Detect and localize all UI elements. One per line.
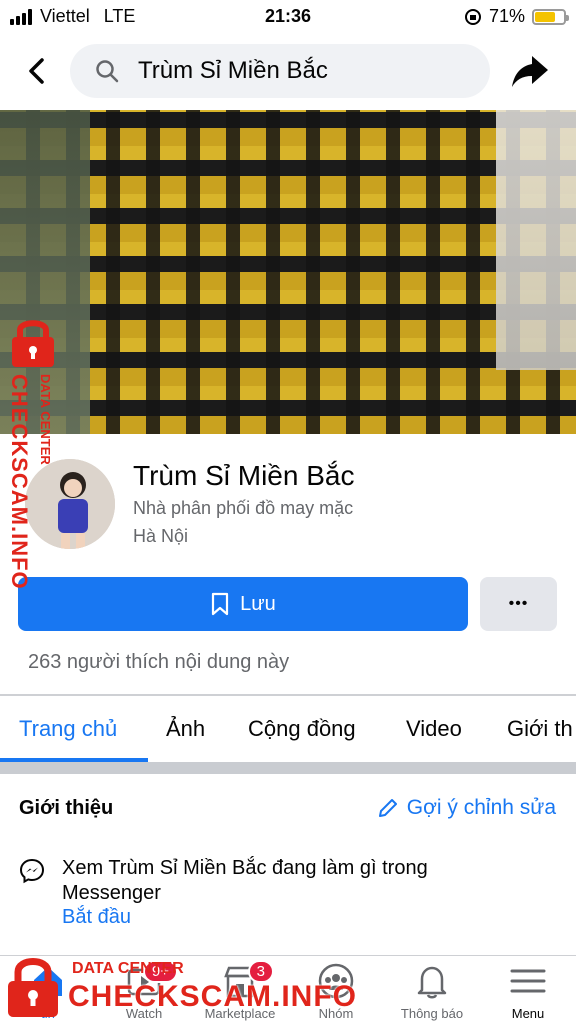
home-icon (34, 967, 62, 996)
more-options-button[interactable]: ••• (480, 577, 557, 631)
back-arrow-icon[interactable] (20, 54, 54, 88)
top-navigation: Trùm Sỉ Miền Bắc (0, 42, 576, 100)
save-label: Lưu (240, 592, 276, 615)
messenger-icon (19, 858, 45, 884)
bell-icon (417, 966, 447, 999)
pencil-icon (378, 799, 397, 817)
save-button[interactable]: Lưu (18, 577, 468, 631)
nav-watch-label: Watch (125, 1006, 163, 1021)
search-bar[interactable]: Trùm Sỉ Miền Bắc (70, 44, 490, 98)
watermark-lock-icon (12, 320, 54, 367)
nav-menu-label: Menu (511, 1006, 545, 1021)
groups-icon (318, 963, 354, 999)
menu-icon (510, 969, 546, 993)
nav-notifications-label: Thông báo (400, 1006, 464, 1021)
watermark-side: CHECKSCAM.INFO DATA CENTER (4, 312, 64, 592)
section-separator (0, 762, 576, 774)
nav-notifications[interactable]: Thông báo (384, 962, 480, 1022)
status-bar: Viettel LTE 21:36 71% (0, 0, 576, 34)
likes-count: 263 người thích nội dung này (28, 651, 290, 673)
suggest-edit-link[interactable]: Gợi ý chỉnh sửa (377, 796, 556, 820)
marketplace-badge: 3 (247, 960, 274, 983)
nav-menu[interactable]: Menu (480, 962, 576, 1022)
page-location: Hà Nội (133, 526, 189, 546)
nav-marketplace-label: Marketplace (204, 1006, 276, 1021)
nav-home-label: tin (41, 1006, 55, 1021)
intro-heading: Giới thiệu (19, 797, 114, 819)
nav-marketplace[interactable]: 3 Marketplace (192, 960, 288, 1022)
tab-video[interactable]: Video (406, 716, 462, 742)
battery-icon (532, 8, 569, 25)
suggest-edit-label: Gợi ý chỉnh sửa (406, 796, 556, 819)
page-name: Trùm Sỉ Miền Bắc (133, 460, 355, 491)
nav-groups[interactable]: Nhóm (288, 962, 384, 1022)
messenger-start-link[interactable]: Bắt đầu (62, 906, 131, 929)
cover-photo[interactable] (0, 110, 576, 434)
watermark-side-small: DATA CENTER (38, 374, 53, 465)
tab-home[interactable]: Trang chủ (19, 716, 117, 742)
bookmark-icon (212, 592, 229, 616)
bottom-navigation: tin 9+ Watch 3 Marketplace Nhóm Thông bá… (0, 955, 576, 1024)
battery-percent: 71% (488, 6, 525, 26)
tab-photos[interactable]: Ảnh (166, 716, 205, 742)
watch-badge: 9+ (142, 960, 178, 983)
tab-community[interactable]: Cộng đồng (248, 716, 356, 742)
more-options-icon: ••• (508, 595, 529, 612)
share-icon[interactable] (510, 52, 550, 90)
page-category: Nhà phân phối đồ may mặc (133, 498, 354, 518)
watermark-side-text: CHECKSCAM.INFO (7, 374, 32, 590)
messenger-prompt: Xem Trùm Sỉ Miền Bắc đang làm gì trong M… (62, 857, 428, 904)
search-query: Trùm Sỉ Miền Bắc (138, 57, 328, 84)
nav-groups-label: Nhóm (318, 1006, 354, 1021)
nav-home[interactable]: tin (0, 962, 96, 1022)
search-icon (96, 60, 119, 83)
tab-about[interactable]: Giới th (507, 716, 573, 742)
rotation-lock-icon (464, 8, 481, 25)
nav-watch[interactable]: 9+ Watch (96, 960, 192, 1022)
profile-tabs: Trang chủ Ảnh Cộng đồng Video Giới th (0, 696, 576, 762)
